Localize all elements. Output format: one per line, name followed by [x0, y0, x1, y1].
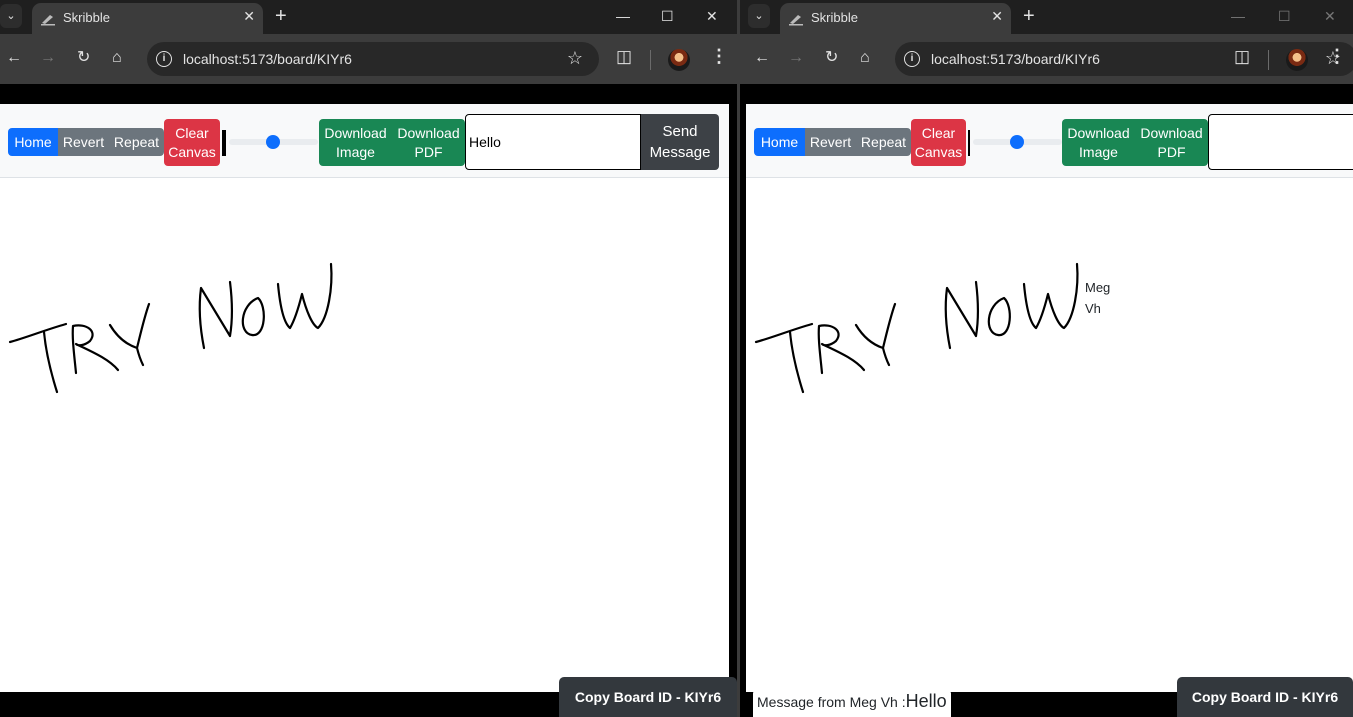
- clear-canvas-button[interactable]: Clear Canvas: [164, 119, 220, 166]
- forward-icon[interactable]: →: [788, 47, 804, 69]
- revert-button[interactable]: Revert: [805, 128, 856, 156]
- new-tab-icon[interactable]: +: [275, 4, 287, 28]
- forward-icon[interactable]: →: [40, 47, 56, 69]
- stroke-T-stem: [788, 330, 805, 394]
- toast-prefix: Message from Meg Vh :: [757, 694, 906, 710]
- home-button[interactable]: Home: [754, 128, 805, 156]
- drawing-try-now: [754, 262, 1079, 394]
- stroke-O: [987, 296, 1011, 337]
- cursor-label-first: Meg: [1085, 280, 1111, 295]
- repeat-button[interactable]: Repeat: [856, 128, 911, 156]
- stroke-R: [817, 324, 866, 375]
- stroke-T-stem: [42, 330, 59, 394]
- stroke-W: [1022, 262, 1079, 330]
- browser-window-right: ⌄ Skribble ✕ + — ☐ ✕ ← → ↻ ⌂ i localhost…: [740, 0, 1353, 717]
- browser-toolbar: ← → ↻ ⌂ i localhost:5173/board/KIYr6 ☆ ◫…: [740, 34, 1353, 84]
- close-icon[interactable]: ✕: [991, 8, 1003, 25]
- drawing-try-now: [8, 262, 333, 394]
- message-input[interactable]: [1208, 114, 1353, 170]
- drawing-canvas[interactable]: Meg Vh: [746, 178, 1353, 692]
- revert-button[interactable]: Revert: [58, 128, 109, 156]
- back-icon[interactable]: ←: [6, 47, 22, 69]
- stroke-W: [276, 262, 333, 330]
- cursor-label-last: Vh: [1085, 301, 1101, 316]
- url-text: localhost:5173/board/KIYr6: [931, 51, 1100, 67]
- extensions-icon[interactable]: ◫: [616, 47, 632, 67]
- color-picker[interactable]: [222, 130, 226, 156]
- brush-size-thumb[interactable]: [266, 135, 280, 149]
- download-image-button[interactable]: Download Image: [1062, 119, 1135, 166]
- stroke-R: [71, 324, 120, 375]
- copy-board-id-button[interactable]: Copy Board ID - KIYr6: [559, 677, 737, 717]
- reload-icon[interactable]: ↻: [825, 47, 838, 69]
- reload-icon[interactable]: ↻: [77, 47, 90, 69]
- bookmark-star-icon[interactable]: ☆: [567, 48, 583, 69]
- clear-canvas-button[interactable]: Clear Canvas: [911, 119, 966, 166]
- app-toolbar: Home Revert Repeat Clear Canvas Download I…: [0, 104, 729, 178]
- close-icon[interactable]: ✕: [243, 8, 255, 25]
- browser-tab[interactable]: Skribble ✕: [32, 3, 263, 34]
- stroke-N: [944, 280, 979, 350]
- app-toolbar: Home Revert Repeat Clear Canvas Download I…: [746, 104, 1353, 178]
- tab-strip: ⌄ Skribble ✕ + — ☐ ✕: [0, 0, 737, 34]
- copy-board-id-button[interactable]: Copy Board ID - KIYr6: [1177, 677, 1353, 717]
- toolbar-separator: [650, 50, 651, 70]
- stroke-T-bar: [754, 322, 814, 344]
- home-icon[interactable]: ⌂: [112, 47, 122, 69]
- app-page: Home Revert Repeat Clear Canvas Download I…: [0, 104, 729, 692]
- repeat-button[interactable]: Repeat: [109, 128, 164, 156]
- drawing-canvas[interactable]: [0, 178, 729, 692]
- home-button[interactable]: Home: [8, 128, 58, 156]
- skribble-favicon-icon: [41, 15, 55, 26]
- profile-avatar[interactable]: [668, 49, 690, 71]
- minimize-icon[interactable]: —: [616, 5, 630, 27]
- download-image-button[interactable]: Download Image: [319, 119, 392, 166]
- site-info-icon[interactable]: i: [904, 51, 920, 67]
- toast-message: Hello: [905, 691, 947, 711]
- message-toast: Message from Meg Vh :Hello: [753, 688, 951, 717]
- message-input[interactable]: [465, 114, 641, 170]
- address-bar[interactable]: i localhost:5173/board/KIYr6 ☆: [895, 42, 1353, 76]
- new-tab-icon[interactable]: +: [1023, 4, 1035, 28]
- stroke-T-bar: [8, 322, 68, 344]
- tab-search-icon[interactable]: ⌄: [748, 4, 770, 28]
- minimize-icon[interactable]: —: [1231, 5, 1245, 27]
- extensions-icon[interactable]: ◫: [1234, 47, 1250, 67]
- browser-tab[interactable]: Skribble ✕: [780, 3, 1011, 34]
- tab-strip: ⌄ Skribble ✕ + — ☐ ✕: [740, 0, 1353, 34]
- brush-size-thumb[interactable]: [1010, 135, 1024, 149]
- kebab-menu-icon[interactable]: ⋮: [1328, 46, 1346, 67]
- send-message-button[interactable]: Send Message: [641, 114, 719, 170]
- back-icon[interactable]: ←: [754, 47, 770, 69]
- site-info-icon[interactable]: i: [156, 51, 172, 67]
- url-text: localhost:5173/board/KIYr6: [183, 51, 352, 67]
- kebab-menu-icon[interactable]: ⋮: [710, 46, 728, 67]
- remote-cursor-label: Meg Vh: [1085, 277, 1110, 319]
- home-icon[interactable]: ⌂: [860, 47, 870, 69]
- address-bar[interactable]: i localhost:5173/board/KIYr6 ☆: [147, 42, 599, 76]
- skribble-favicon-icon: [789, 15, 803, 26]
- app-page: Home Revert Repeat Clear Canvas Download I…: [746, 104, 1353, 692]
- stroke-Y: [854, 302, 897, 367]
- color-picker[interactable]: [968, 130, 970, 156]
- close-window-icon[interactable]: ✕: [1324, 5, 1336, 27]
- toolbar-separator: [1268, 50, 1269, 70]
- stroke-N: [198, 280, 233, 350]
- stroke-O: [241, 296, 265, 337]
- browser-window-left: ⌄ Skribble ✕ + — ☐ ✕ ← → ↻ ⌂ i localhost…: [0, 0, 737, 717]
- profile-avatar[interactable]: [1286, 49, 1308, 71]
- browser-toolbar: ← → ↻ ⌂ i localhost:5173/board/KIYr6 ☆ ◫…: [0, 34, 737, 84]
- maximize-icon[interactable]: ☐: [661, 5, 674, 27]
- tab-title: Skribble: [63, 10, 110, 25]
- close-window-icon[interactable]: ✕: [706, 5, 718, 27]
- download-pdf-button[interactable]: Download PDF: [1135, 119, 1208, 166]
- download-pdf-button[interactable]: Download PDF: [392, 119, 465, 166]
- tab-title: Skribble: [811, 10, 858, 25]
- tab-search-icon[interactable]: ⌄: [0, 4, 22, 28]
- stroke-Y: [108, 302, 151, 367]
- maximize-icon[interactable]: ☐: [1278, 5, 1291, 27]
